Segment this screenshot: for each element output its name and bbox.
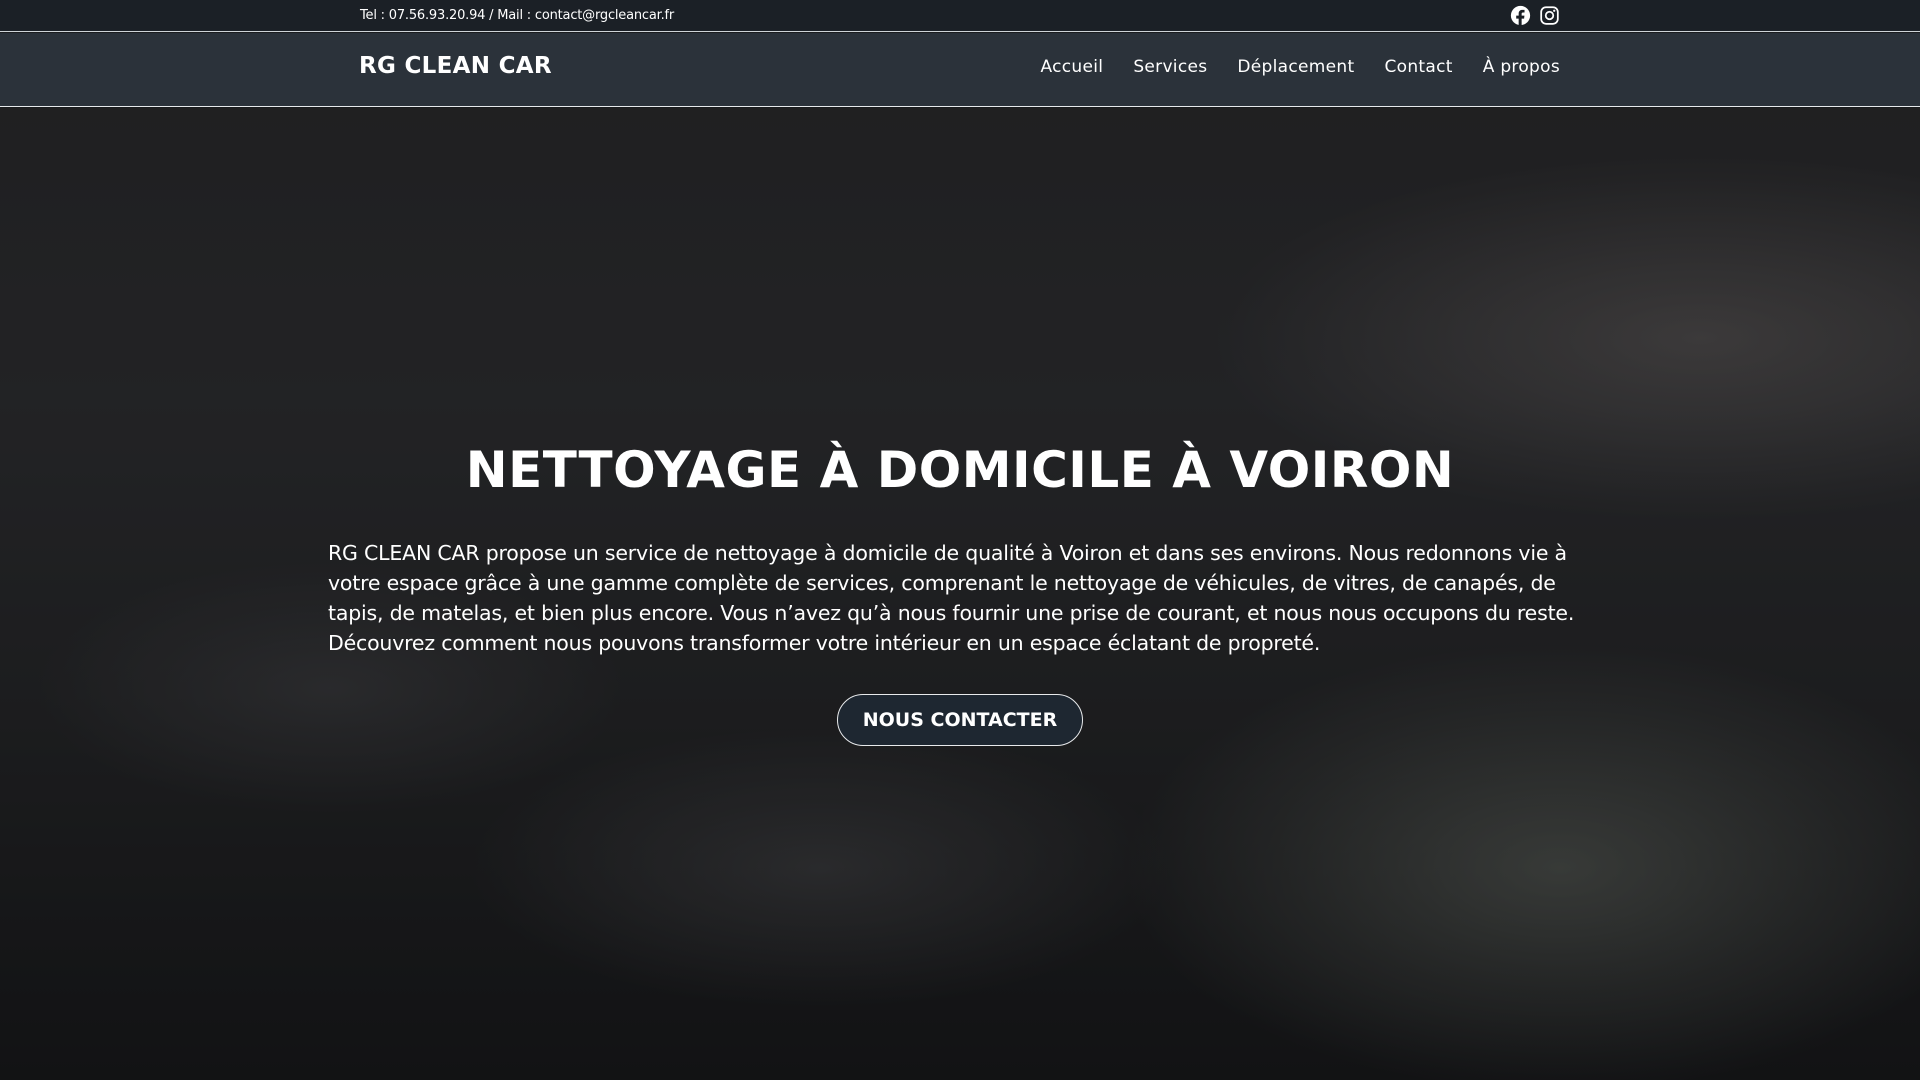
main-navbar: RG CLEAN CAR Accueil Services Déplacemen… — [0, 33, 1920, 107]
site-logo[interactable]: RG CLEAN CAR — [359, 53, 552, 79]
contact-info-text: Tel : 07.56.93.20.94 / Mail : contact@rg… — [360, 8, 675, 23]
nav-link-accueil[interactable]: Accueil — [1041, 57, 1104, 77]
contact-us-button[interactable]: NOUS CONTACTER — [837, 694, 1083, 746]
nav-link-services[interactable]: Services — [1133, 57, 1207, 77]
hero-title: NETTOYAGE À DOMICILE À VOIRON — [465, 441, 1455, 499]
top-contact-bar: Tel : 07.56.93.20.94 / Mail : contact@rg… — [0, 0, 1920, 32]
nav-menu: Accueil Services Déplacement Contact À p… — [1041, 57, 1561, 77]
social-links — [1510, 5, 1560, 26]
nav-link-contact[interactable]: Contact — [1384, 57, 1452, 77]
instagram-icon[interactable] — [1539, 5, 1560, 26]
nav-link-deplacement[interactable]: Déplacement — [1237, 57, 1354, 77]
hero-description: RG CLEAN CAR propose un service de netto… — [328, 541, 1575, 655]
facebook-icon[interactable] — [1510, 5, 1531, 26]
hero-section: NETTOYAGE À DOMICILE À VOIRON RG CLEAN C… — [0, 108, 1920, 1080]
nav-link-a-propos[interactable]: À propos — [1483, 57, 1560, 77]
